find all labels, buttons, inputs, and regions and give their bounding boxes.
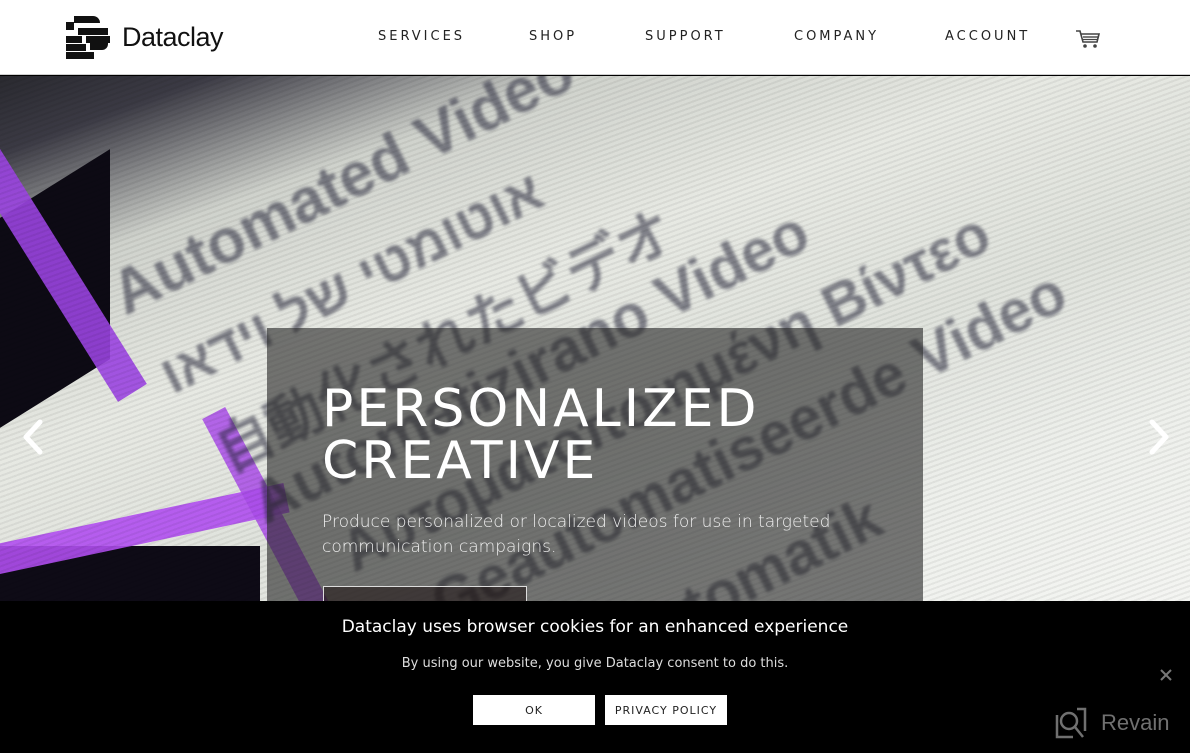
- cookie-subtitle: By using our website, you give Dataclay …: [401, 656, 789, 671]
- nav-shop[interactable]: SHOP: [529, 29, 577, 44]
- chevron-left-icon[interactable]: [16, 416, 52, 458]
- nav-account[interactable]: ACCOUNT: [945, 29, 1030, 44]
- shopping-cart-icon[interactable]: [1074, 28, 1102, 50]
- slide-caption: PERSONALIZED CREATIVE Produce personaliz…: [267, 328, 923, 601]
- site-header: Dataclay SERVICES SHOP SUPPORT COMPANY A…: [0, 0, 1190, 75]
- nav-company[interactable]: COMPANY: [794, 29, 879, 44]
- hero-slider: Automated Video אוטומטי של וידאו 自動化されたビ…: [0, 76, 1190, 601]
- revain-label: Revain: [1101, 710, 1170, 735]
- brand-name: Dataclay: [122, 22, 224, 52]
- cookie-banner: Dataclay uses browser cookies for an enh…: [0, 603, 1190, 753]
- slide-title-line2: CREATIVE: [322, 431, 599, 491]
- cookie-ok-button[interactable]: OK: [473, 695, 595, 725]
- slide-cta-button[interactable]: [323, 586, 527, 601]
- chevron-right-icon[interactable]: [1140, 416, 1176, 458]
- privacy-policy-button[interactable]: PRIVACY POLICY: [605, 695, 727, 725]
- revain-watermark: Revain: [1055, 707, 1169, 739]
- close-icon[interactable]: [1158, 667, 1174, 683]
- dataclay-logo-icon: [66, 16, 110, 59]
- revain-logo-icon: [1055, 707, 1087, 739]
- cookie-title: Dataclay uses browser cookies for an enh…: [341, 617, 849, 637]
- slide-description: Produce personalized or localized videos…: [322, 512, 831, 557]
- slide-title: PERSONALIZED CREATIVE: [322, 383, 760, 487]
- nav-services[interactable]: SERVICES: [378, 29, 465, 44]
- logo[interactable]: Dataclay: [66, 16, 224, 59]
- slide-title-line1: PERSONALIZED: [322, 379, 760, 439]
- nav-support[interactable]: SUPPORT: [645, 29, 726, 44]
